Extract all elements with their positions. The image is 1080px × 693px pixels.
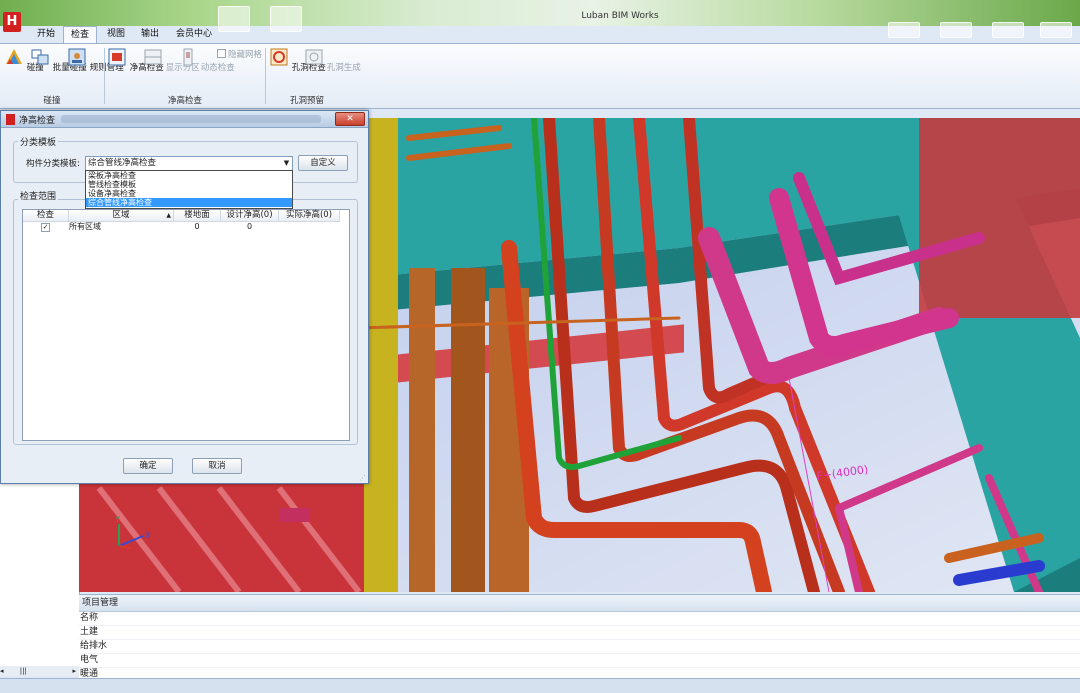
window-control-button[interactable] bbox=[888, 22, 920, 38]
sort-up-icon: ▲ bbox=[166, 212, 171, 219]
chevron-down-icon[interactable]: ▼ bbox=[281, 157, 292, 170]
dynamic-check-button[interactable]: 动态检查 bbox=[178, 47, 235, 73]
custom-button[interactable]: 自定义 bbox=[298, 155, 348, 171]
show-zones-icon bbox=[144, 49, 162, 65]
floor-cell[interactable]: 0 bbox=[174, 222, 220, 232]
hole-check-button[interactable]: 孔洞检查 bbox=[269, 47, 326, 73]
scope-section-label: 检查范围 bbox=[18, 189, 59, 202]
axis-y-label: Y bbox=[114, 515, 120, 524]
window-control-button[interactable] bbox=[1040, 22, 1072, 38]
ribbon-separator bbox=[104, 48, 105, 104]
status-bar bbox=[0, 678, 1080, 693]
template-section-label: 分类模板 bbox=[18, 135, 59, 148]
panel-title: 项目管理 bbox=[79, 595, 1080, 612]
clearance-group-label: 净高检查 bbox=[167, 96, 202, 106]
column-header: 名称 bbox=[79, 612, 1080, 626]
column-header[interactable]: 设计净高(0) bbox=[221, 210, 279, 222]
scroll-thumb[interactable]: ||| bbox=[20, 667, 27, 675]
tab-view[interactable]: 视图 bbox=[100, 26, 132, 42]
show-zones-button[interactable]: 显示分区 bbox=[143, 47, 200, 73]
list-item[interactable]: 电气 bbox=[79, 654, 1080, 668]
scroll-left-icon[interactable]: ◂ bbox=[0, 667, 4, 675]
left-horizontal-scrollbar[interactable]: ◂ ||| ▸ bbox=[0, 666, 79, 676]
window-control-button[interactable] bbox=[992, 22, 1024, 38]
tab-check[interactable]: 检查 bbox=[63, 26, 98, 43]
tab-output[interactable]: 输出 bbox=[134, 26, 166, 42]
dialog-logo-icon bbox=[6, 114, 15, 125]
template-label: 构件分类模板: bbox=[26, 159, 80, 169]
title-bar: H Luban BIM Works bbox=[0, 0, 1080, 38]
dropdown-option[interactable]: 管线检查模板 bbox=[86, 180, 292, 189]
dropdown-option[interactable]: 设备净高检查 bbox=[86, 189, 292, 198]
dialog-title-bar[interactable]: 净高检查 ✕ bbox=[1, 111, 368, 128]
region-cell: 所有区域 bbox=[69, 222, 101, 231]
collision-group-label: 碰撞 bbox=[43, 96, 61, 106]
row-checkbox[interactable]: ✓ bbox=[41, 223, 50, 232]
clearance-check-button[interactable]: 净高检查 bbox=[107, 47, 164, 73]
list-item[interactable]: 给排水 bbox=[79, 640, 1080, 654]
axis-x-label: X bbox=[145, 531, 151, 540]
collision-icon bbox=[6, 49, 22, 64]
tab-member-center[interactable]: 会员中心 bbox=[169, 26, 219, 42]
ribbon: 碰撞 批量碰撞 规则管理 碰撞 净高检查 显示分区 动态检查 隐藏网格 净高检查… bbox=[0, 43, 1080, 109]
clearance-check-icon bbox=[108, 48, 126, 66]
row-check-cell[interactable]: ✓ bbox=[23, 222, 68, 232]
column-header[interactable]: 楼地面 bbox=[174, 210, 221, 222]
hole-generate-icon bbox=[305, 49, 323, 65]
design-height-cell[interactable]: 0 bbox=[221, 222, 278, 232]
cancel-button[interactable]: 取消 bbox=[192, 458, 242, 474]
ribbon-separator bbox=[265, 48, 266, 104]
title-placeholder bbox=[61, 115, 321, 123]
column-header[interactable]: 实际净高(0) bbox=[279, 210, 340, 222]
quick-access-button[interactable] bbox=[270, 6, 302, 32]
rule-management-icon bbox=[68, 48, 86, 66]
list-item[interactable]: 土建 bbox=[79, 626, 1080, 640]
window-control-button[interactable] bbox=[940, 22, 972, 38]
rule-management-button[interactable]: 规则管理 bbox=[67, 47, 124, 73]
dropdown-option-selected[interactable]: 综合管线净高检查 bbox=[86, 198, 292, 207]
ok-button[interactable]: 确定 bbox=[123, 458, 173, 474]
scope-table: 检查 区域 ▲ 楼地面 设计净高(0) 实际净高(0) ✓ 所有区域 0 0 bbox=[22, 209, 350, 441]
collision-button[interactable]: 碰撞 bbox=[4, 47, 44, 73]
template-select[interactable]: 综合管线净高检查 ▼ bbox=[85, 156, 293, 171]
scroll-right-icon[interactable]: ▸ bbox=[72, 666, 76, 676]
batch-collision-icon bbox=[31, 49, 49, 65]
column-header[interactable]: 区域 ▲ bbox=[69, 210, 174, 222]
dialog-title: 净高检查 bbox=[19, 116, 56, 126]
batch-collision-button[interactable]: 批量碰撞 bbox=[30, 47, 87, 73]
quick-access-button[interactable] bbox=[218, 6, 250, 32]
hole-group-label: 孔洞预留 bbox=[289, 96, 324, 106]
hole-check-icon bbox=[270, 48, 288, 66]
hole-generate-button[interactable]: 孔洞生成 bbox=[304, 47, 361, 73]
hide-grid-checkbox[interactable]: 隐藏网格 bbox=[217, 48, 262, 60]
dynamic-check-icon bbox=[183, 48, 193, 66]
dropdown-option[interactable]: 梁板净高检查 bbox=[86, 171, 292, 180]
template-dropdown-list: 梁板净高检查 管线检查模板 设备净高检查 综合管线净高检查 bbox=[85, 170, 293, 209]
column-header[interactable]: 检查 bbox=[23, 210, 69, 222]
app-title: Luban BIM Works bbox=[581, 11, 659, 21]
clearance-check-dialog: 净高检查 ✕ 分类模板 构件分类模板: 综合管线净高检查 ▼ 自定义 检查范围 … bbox=[0, 110, 369, 484]
actual-height-cell bbox=[279, 222, 339, 232]
app-logo[interactable]: H bbox=[3, 12, 21, 32]
resize-grip-icon[interactable]: ⋰ bbox=[359, 474, 366, 482]
close-button[interactable]: ✕ bbox=[335, 112, 365, 126]
tab-start[interactable]: 开始 bbox=[30, 26, 62, 42]
template-select-value: 综合管线净高检查 bbox=[88, 158, 157, 168]
checkbox-box bbox=[217, 49, 226, 58]
